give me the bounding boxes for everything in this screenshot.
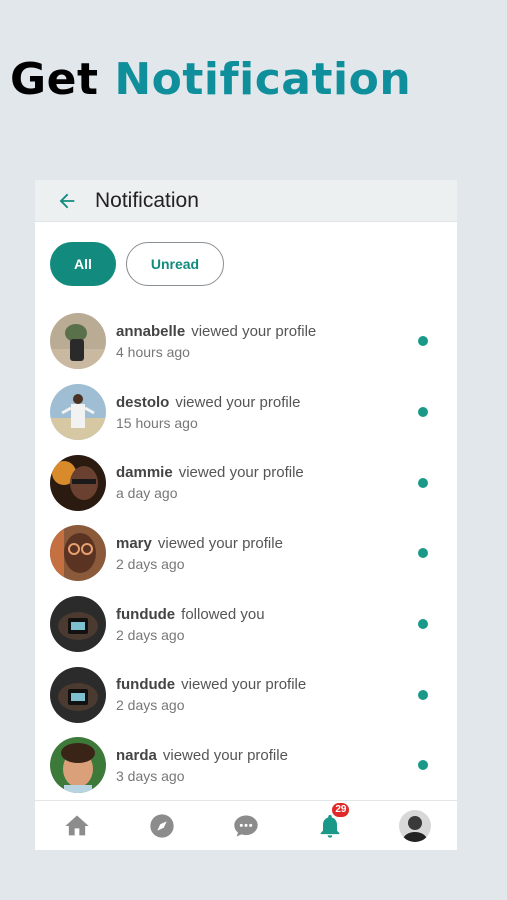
phone-screen: Notification All Unread annabelle viewed … bbox=[35, 180, 457, 850]
chat-icon bbox=[234, 815, 258, 836]
avatar bbox=[50, 313, 106, 370]
notification-item[interactable]: fundude followed you 2 days ago bbox=[35, 589, 457, 660]
avatar bbox=[50, 666, 106, 723]
avatar bbox=[50, 525, 106, 582]
notification-time: 4 hours ago bbox=[116, 343, 190, 360]
notification-action: viewed your profile bbox=[191, 322, 317, 340]
notification-time: 15 hours ago bbox=[116, 414, 198, 431]
user-name: annabelle bbox=[116, 322, 186, 340]
notification-time: a day ago bbox=[116, 485, 178, 502]
nav-messages[interactable] bbox=[226, 806, 266, 846]
notification-list: annabelle viewed your profile 4 hours ago… bbox=[35, 306, 457, 801]
unread-dot bbox=[418, 407, 428, 418]
avatar bbox=[50, 737, 106, 794]
bottom-navigation: 29 bbox=[35, 800, 457, 850]
promo-title-plain: Get bbox=[10, 54, 99, 105]
notification-item[interactable]: annabelle viewed your profile 4 hours ago bbox=[35, 306, 457, 377]
user-name: narda bbox=[116, 746, 157, 764]
notification-action: viewed your profile bbox=[181, 676, 307, 694]
nav-explore[interactable] bbox=[142, 806, 182, 846]
user-name: dammie bbox=[116, 464, 173, 482]
compass-icon bbox=[149, 813, 174, 838]
avatar bbox=[50, 384, 106, 441]
promo-title: Get Notification bbox=[10, 54, 411, 105]
notification-item[interactable]: destolo viewed your profile 15 hours ago bbox=[35, 377, 457, 448]
avatar bbox=[50, 454, 106, 511]
filter-all-button[interactable]: All bbox=[50, 242, 116, 286]
notification-item[interactable]: narda viewed your profile 3 days ago bbox=[35, 730, 457, 801]
page-title: Notification bbox=[95, 188, 199, 212]
promo-title-accent: Notification bbox=[114, 54, 412, 105]
notification-action: viewed your profile bbox=[157, 534, 283, 552]
profile-avatar bbox=[398, 809, 431, 842]
notification-time: 3 days ago bbox=[116, 767, 185, 784]
user-name: mary bbox=[116, 534, 152, 552]
home-icon bbox=[65, 815, 89, 835]
notification-action: viewed your profile bbox=[162, 746, 288, 764]
unread-dot bbox=[418, 689, 428, 700]
unread-dot bbox=[418, 619, 428, 630]
user-name: fundude bbox=[116, 605, 176, 623]
user-name: fundude bbox=[116, 676, 176, 694]
nav-home[interactable] bbox=[57, 806, 97, 846]
nav-notifications[interactable]: 29 bbox=[310, 801, 351, 846]
unread-dot bbox=[418, 548, 428, 559]
notification-item[interactable]: dammie viewed your profile a day ago bbox=[35, 447, 457, 518]
notification-time: 2 days ago bbox=[116, 555, 185, 572]
nav-profile[interactable] bbox=[395, 806, 435, 846]
notification-item[interactable]: fundude viewed your profile 2 days ago bbox=[35, 659, 457, 730]
notification-action: viewed your profile bbox=[175, 393, 301, 411]
avatar bbox=[50, 596, 106, 653]
filter-unread-button[interactable]: Unread bbox=[126, 242, 224, 286]
notification-item[interactable]: mary viewed your profile 2 days ago bbox=[35, 518, 457, 589]
unread-dot bbox=[418, 760, 428, 771]
notification-action: viewed your profile bbox=[178, 464, 304, 482]
app-bar: Notification bbox=[35, 180, 457, 222]
notification-time: 2 days ago bbox=[116, 697, 185, 714]
unread-dot bbox=[418, 336, 428, 347]
notification-action: followed you bbox=[181, 605, 265, 623]
notification-time: 2 days ago bbox=[116, 626, 185, 643]
unread-dot bbox=[418, 477, 428, 488]
back-arrow-icon[interactable] bbox=[55, 189, 79, 213]
notification-count-badge: 29 bbox=[331, 801, 351, 818]
user-name: destolo bbox=[116, 393, 170, 411]
